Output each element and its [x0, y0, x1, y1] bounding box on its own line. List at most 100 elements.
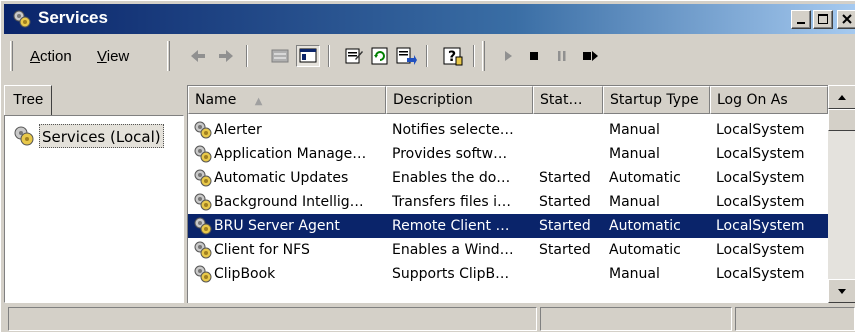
status-panel — [735, 307, 855, 331]
column-header-log-on-as[interactable]: Log On As — [710, 86, 828, 114]
cell-startup-type: Automatic — [609, 170, 681, 186]
status-panel — [540, 307, 732, 331]
services-gears-icon — [14, 126, 34, 146]
tree-node-services-local[interactable]: Services (Local) — [13, 124, 183, 148]
column-header-label: Name — [195, 92, 237, 108]
tab-tree[interactable]: Tree — [4, 85, 52, 115]
toolbar-separator — [473, 45, 475, 67]
table-row[interactable]: BRU Server Agent Remote Client … Started Au… — [188, 214, 828, 238]
cell-status: Started — [539, 170, 591, 186]
down-arrow-icon — [838, 289, 846, 294]
close-button[interactable] — [837, 10, 855, 29]
toolbar-separator — [426, 45, 428, 67]
column-header-description[interactable]: Description — [386, 86, 533, 114]
export-list-icon[interactable] — [394, 45, 418, 67]
cell-startup-type: Manual — [609, 194, 660, 210]
cell-status — [539, 118, 603, 142]
tree-node-label: Services (Local) — [39, 124, 164, 148]
up-folder-icon[interactable] — [268, 45, 292, 67]
close-icon — [842, 14, 852, 24]
cell-description: Supports ClipB… — [392, 266, 510, 282]
scroll-up-button[interactable] — [828, 85, 855, 109]
cell-name: ClipBook — [214, 266, 276, 282]
show-hide-tree-icon — [299, 48, 317, 63]
menu-action[interactable]: Action — [30, 48, 72, 65]
table-row[interactable]: Alerter Notifies selecte… Manual LocalSyste… — [188, 118, 828, 142]
cell-name: Alerter — [214, 122, 262, 138]
scroll-thumb[interactable] — [828, 109, 855, 131]
column-header-label: Startup Type — [610, 92, 699, 108]
services-window: Services Action View ? Tree Services (Lo… — [0, 0, 855, 332]
cell-name: BRU Server Agent — [214, 218, 340, 234]
cell-startup-type: Automatic — [609, 242, 681, 258]
cell-status — [539, 262, 603, 286]
cell-description: Remote Client … — [392, 218, 510, 234]
scroll-down-button[interactable] — [828, 279, 855, 303]
table-row[interactable]: Application Manage… Provides softw… Manual… — [188, 142, 828, 166]
back-arrow-icon[interactable] — [186, 45, 210, 67]
status-panel — [8, 307, 537, 331]
cell-log-on-as: LocalSystem — [716, 194, 805, 210]
cell-log-on-as: LocalSystem — [716, 122, 805, 138]
maximize-button[interactable] — [813, 10, 833, 29]
cell-name: Client for NFS — [214, 242, 310, 258]
minimize-button[interactable] — [791, 10, 811, 29]
services-list[interactable]: Name ▲ Description Stat… Startup Type Lo… — [187, 85, 855, 303]
pause-service-icon[interactable] — [550, 45, 574, 67]
toolbar-separator — [246, 45, 248, 67]
svg-text:?: ? — [448, 49, 456, 65]
cell-startup-type: Manual — [609, 266, 660, 282]
services-gears-icon — [13, 10, 31, 28]
stop-service-icon[interactable] — [522, 45, 546, 67]
title-bar[interactable]: Services — [4, 4, 855, 34]
forward-arrow-icon[interactable] — [214, 45, 238, 67]
cell-status — [539, 142, 603, 166]
cell-status: Started — [539, 194, 591, 210]
cell-startup-type: Automatic — [609, 218, 681, 234]
status-bar — [4, 305, 855, 332]
refresh-icon[interactable] — [368, 45, 392, 67]
toolbar-grip[interactable] — [167, 41, 170, 71]
table-row[interactable]: Background Intellig… Transfers files i… St… — [188, 190, 828, 214]
sort-ascending-icon: ▲ — [254, 96, 263, 107]
show-hide-tree-button[interactable] — [296, 45, 320, 67]
up-arrow-icon — [838, 95, 846, 100]
cell-log-on-as: LocalSystem — [716, 218, 805, 234]
column-header-label: Stat… — [540, 92, 583, 108]
cell-log-on-as: LocalSystem — [716, 146, 805, 162]
cell-status: Started — [539, 242, 591, 258]
cell-name: Automatic Updates — [214, 170, 349, 186]
column-header-label: Description — [393, 92, 473, 108]
vertical-scrollbar[interactable] — [828, 85, 855, 303]
column-header-label: Log On As — [717, 92, 788, 108]
window-title: Services — [38, 8, 108, 27]
cell-status: Started — [539, 218, 591, 234]
menu-toolbar: Action View ? — [4, 37, 855, 75]
table-row[interactable]: Automatic Updates Enables the do… Started A… — [188, 166, 828, 190]
properties-icon[interactable] — [342, 45, 366, 67]
cell-startup-type: Manual — [609, 146, 660, 162]
cell-description: Enables a Wind… — [392, 242, 514, 258]
toolbar-separator — [328, 45, 330, 67]
column-header-name[interactable]: Name ▲ — [188, 86, 386, 114]
toolbar-grip[interactable] — [482, 41, 485, 71]
cell-name: Background Intellig… — [214, 194, 364, 210]
cell-name: Application Manage… — [214, 146, 367, 162]
cell-log-on-as: LocalSystem — [716, 266, 805, 282]
cell-description: Provides softw… — [392, 146, 508, 162]
tree-pane[interactable]: Services (Local) — [4, 115, 184, 303]
table-row[interactable]: ClipBook Supports ClipB… Manual LocalSystem — [188, 262, 828, 286]
cell-description: Notifies selecte… — [392, 122, 514, 138]
maximize-icon — [818, 14, 828, 24]
start-service-icon[interactable] — [496, 45, 520, 67]
toolbar-grip[interactable] — [10, 41, 13, 71]
column-header-startup-type[interactable]: Startup Type — [603, 86, 710, 114]
cell-description: Enables the do… — [392, 170, 511, 186]
menu-view[interactable]: View — [97, 48, 129, 65]
restart-service-icon[interactable] — [578, 45, 602, 67]
cell-startup-type: Manual — [609, 122, 660, 138]
cell-description: Transfers files i… — [392, 194, 511, 210]
help-icon[interactable]: ? — [441, 45, 465, 67]
table-row[interactable]: Client for NFS Enables a Wind… Started Auto… — [188, 238, 828, 262]
column-header-status[interactable]: Stat… — [533, 86, 603, 114]
